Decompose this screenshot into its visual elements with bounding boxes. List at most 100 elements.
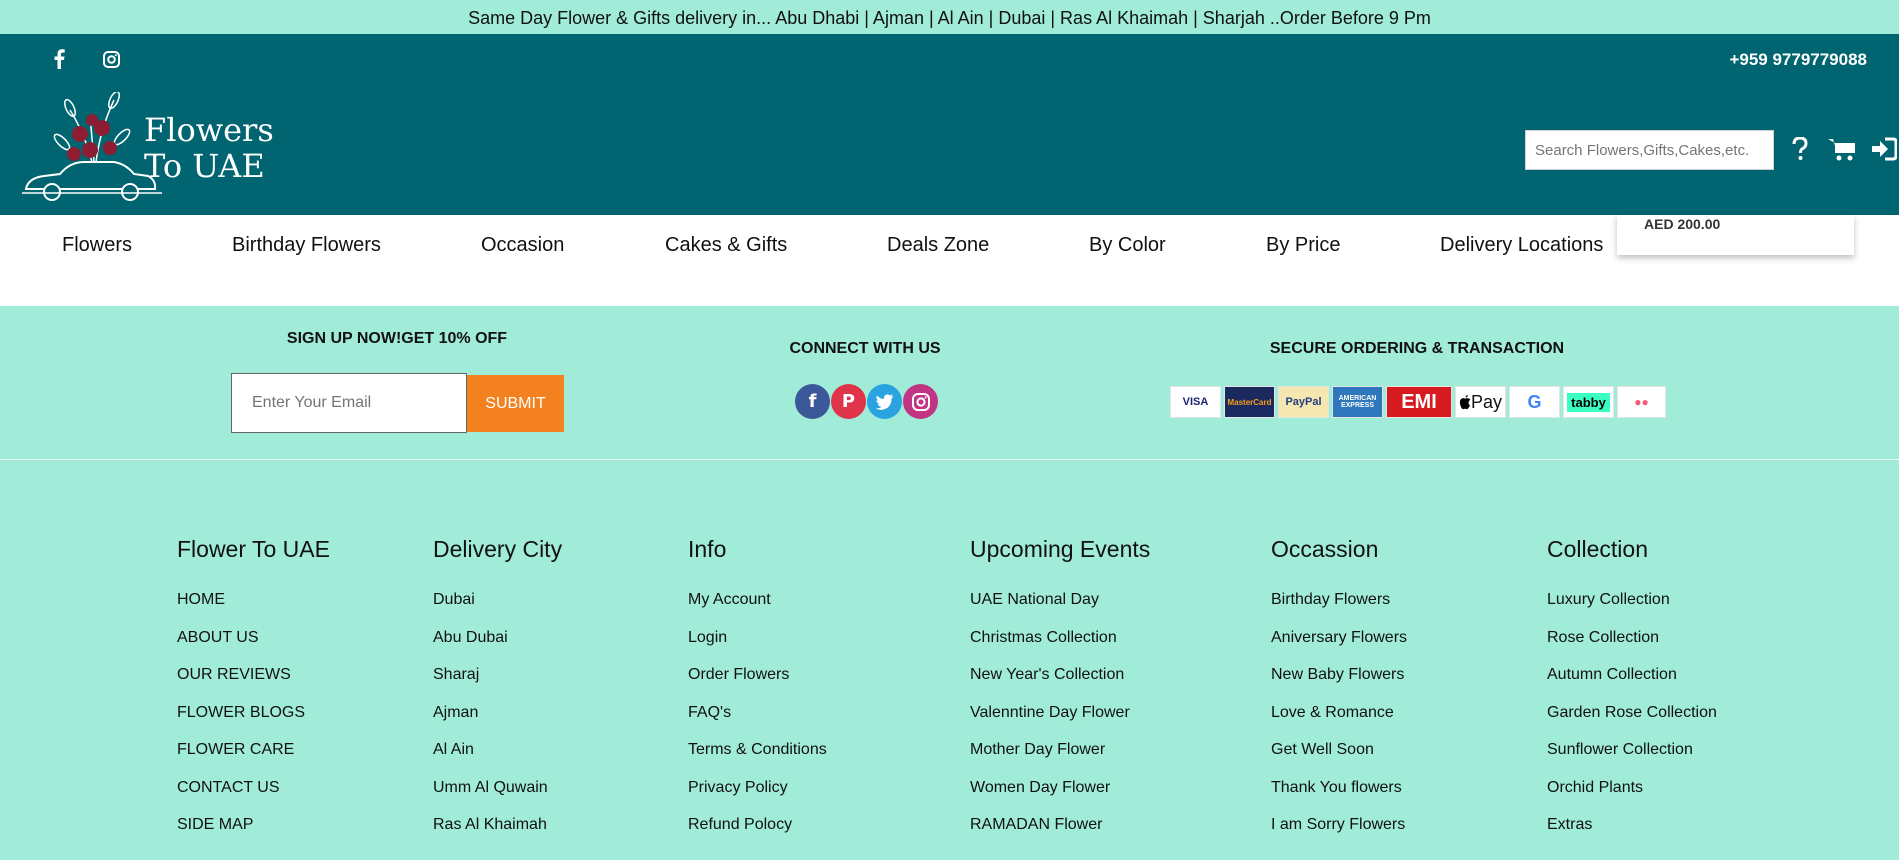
visa-badge: VISA [1170, 386, 1221, 418]
footer-link[interactable]: Al Ain [433, 740, 562, 760]
nav-item-occasion[interactable]: Occasion [481, 215, 564, 271]
footer-column-title: Occassion [1271, 536, 1379, 562]
logo-text[interactable]: Flowers To UAE [144, 112, 274, 184]
phone-number[interactable]: +959 9779779088 [1729, 50, 1867, 70]
facebook-icon[interactable]: f [795, 384, 830, 419]
apple-icon [1459, 394, 1471, 409]
footer-link[interactable]: Aniversary Flowers [1271, 628, 1407, 648]
footer-link[interactable]: Orchid Plants [1547, 778, 1717, 798]
footer-link[interactable]: Luxury Collection [1547, 590, 1717, 610]
apple-pay-badge: Pay [1455, 386, 1506, 418]
footer-link[interactable]: Umm Al Quwain [433, 778, 562, 798]
instagram-icon[interactable] [100, 48, 122, 70]
search-input[interactable] [1525, 130, 1774, 170]
footer-link[interactable]: I am Sorry Flowers [1271, 815, 1407, 835]
submit-button[interactable]: SUBMIT [467, 375, 564, 432]
footer-link[interactable]: Christmas Collection [970, 628, 1150, 648]
footer-link[interactable]: Thank You flowers [1271, 778, 1407, 798]
footer-column-collection: Collection Luxury Collection Rose Collec… [1547, 534, 1717, 853]
nav-item-deals-zone[interactable]: Deals Zone [887, 215, 989, 271]
footer-link[interactable]: Extras [1547, 815, 1717, 835]
help-icon[interactable] [1786, 132, 1814, 166]
footer-link[interactable]: Sharaj [433, 665, 562, 685]
payment-badges: VISA MasterCard PayPal AMERICAN EXPRESS … [1170, 386, 1666, 418]
footer-divider [0, 459, 1899, 460]
footer-column-delivery-city: Delivery City Dubai Abu Dubai Sharaj Ajm… [433, 534, 562, 853]
footer-link[interactable]: Rose Collection [1547, 628, 1717, 648]
nav-item-birthday-flowers[interactable]: Birthday Flowers [232, 215, 381, 271]
footer-column-title: Flower To UAE [177, 536, 330, 562]
footer-column-info: Info My Account Login Order Flowers FAQ'… [688, 534, 827, 853]
footer-link[interactable]: CONTACT US [177, 778, 330, 798]
facebook-icon[interactable] [48, 48, 70, 70]
tabby-label: tabby [1567, 392, 1610, 412]
footer-column-occassion: Occassion Birthday Flowers Aniversary Fl… [1271, 534, 1407, 853]
footer-link[interactable]: Love & Romance [1271, 703, 1407, 723]
site-header: +959 9779779088 Flowers To UAE [0, 34, 1899, 215]
footer-link[interactable]: Ras Al Khaimah [433, 815, 562, 835]
footer-link[interactable]: Get Well Soon [1271, 740, 1407, 760]
footer-link[interactable]: FAQ's [688, 703, 827, 723]
mastercard-badge: MasterCard [1224, 386, 1275, 418]
header-social-links [48, 48, 122, 70]
gpay-badge: G [1509, 386, 1560, 418]
amex-badge: AMERICAN EXPRESS [1332, 386, 1383, 418]
secure-title: SECURE ORDERING & TRANSACTION [1269, 340, 1565, 357]
footer-link[interactable]: New Baby Flowers [1271, 665, 1407, 685]
main-nav: AED 200.00 Flowers Birthday Flowers Occa… [0, 215, 1899, 271]
footer-link[interactable]: Mother Day Flower [970, 740, 1150, 760]
nav-item-flowers[interactable]: Flowers [62, 215, 132, 271]
footer-link[interactable]: Ajman [433, 703, 562, 723]
cart-icon[interactable] [1828, 132, 1856, 166]
footer-link[interactable]: OUR REVIEWS [177, 665, 330, 685]
footer-link[interactable]: UAE National Day [970, 590, 1150, 610]
content-strip [0, 271, 1899, 306]
footer-column-title: Upcoming Events [970, 536, 1151, 562]
emi-badge: EMI [1386, 386, 1452, 418]
footer-link[interactable]: Women Day Flower [970, 778, 1150, 798]
footer-link[interactable]: Abu Dubai [433, 628, 562, 648]
signup-title: SIGN UP NOW!GET 10% OFF [286, 330, 508, 347]
footer-link[interactable]: Birthday Flowers [1271, 590, 1407, 610]
bnpl-badge: ●● [1617, 386, 1666, 418]
footer-link[interactable]: Dubai [433, 590, 562, 610]
connect-social-links: f P [795, 384, 938, 419]
footer-link[interactable]: Valenntine Day Flower [970, 703, 1150, 723]
twitter-icon[interactable] [867, 384, 902, 419]
footer-link[interactable]: RAMADAN Flower [970, 815, 1150, 835]
footer-link[interactable]: ABOUT US [177, 628, 330, 648]
footer-link[interactable]: Terms & Conditions [688, 740, 827, 760]
footer-link[interactable]: HOME [177, 590, 330, 610]
footer-link[interactable]: Garden Rose Collection [1547, 703, 1717, 723]
logo-line-1: Flowers [144, 111, 274, 149]
footer-link[interactable]: My Account [688, 590, 827, 610]
footer-link[interactable]: Refund Polocy [688, 815, 827, 835]
nav-item-by-price[interactable]: By Price [1266, 215, 1340, 271]
email-input[interactable] [231, 373, 467, 433]
announcement-bar: Same Day Flower & Gifts delivery in... A… [0, 0, 1899, 34]
dropdown-price-card: AED 200.00 [1617, 215, 1854, 255]
footer-link[interactable]: Login [688, 628, 827, 648]
footer-column-flower-to-uae: Flower To UAE HOME ABOUT US OUR REVIEWS … [177, 534, 330, 853]
apple-pay-label: Pay [1470, 391, 1503, 412]
footer-column-title: Info [688, 536, 727, 562]
nav-item-delivery-locations[interactable]: Delivery Locations [1440, 215, 1603, 271]
footer-link[interactable]: FLOWER CARE [177, 740, 330, 760]
login-icon[interactable] [1870, 132, 1898, 166]
logo-line-2: To UAE [144, 147, 265, 185]
footer-link[interactable]: FLOWER BLOGS [177, 703, 330, 723]
instagram-icon[interactable] [903, 384, 938, 419]
footer-link[interactable]: SIDE MAP [177, 815, 330, 835]
nav-item-cakes-gifts[interactable]: Cakes & Gifts [665, 215, 787, 271]
pinterest-icon[interactable]: P [831, 384, 866, 419]
connect-title: CONNECT WITH US [789, 340, 941, 357]
footer-link[interactable]: Autumn Collection [1547, 665, 1717, 685]
nav-item-by-color[interactable]: By Color [1089, 215, 1166, 271]
footer-link[interactable]: Sunflower Collection [1547, 740, 1717, 760]
footer-link[interactable]: New Year's Collection [970, 665, 1150, 685]
tabby-badge: tabby [1563, 386, 1614, 418]
footer-link[interactable]: Privacy Policy [688, 778, 827, 798]
footer-column-upcoming-events: Upcoming Events UAE National Day Christm… [970, 534, 1150, 853]
paypal-badge: PayPal [1278, 386, 1329, 418]
footer-link[interactable]: Order Flowers [688, 665, 827, 685]
